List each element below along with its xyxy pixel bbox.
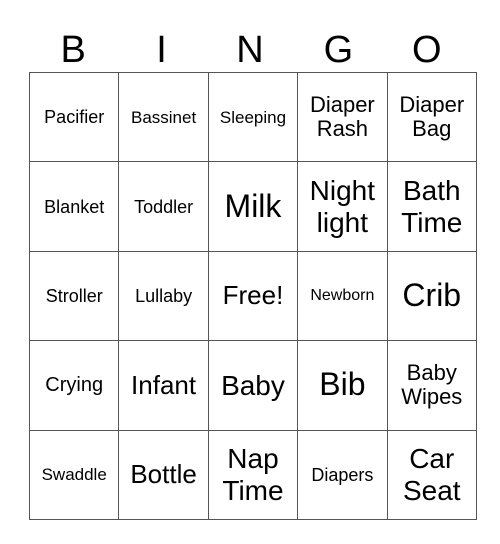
bingo-cell[interactable]: Toddler <box>118 161 209 252</box>
bingo-cell[interactable]: Bottle <box>118 429 209 520</box>
bingo-cell[interactable]: Pacifier <box>28 71 120 163</box>
bingo-cell[interactable]: Bath Time <box>386 161 477 252</box>
bingo-cell[interactable]: Diaper Bag <box>386 71 477 163</box>
grid-row: Stroller Lullaby Free! Newborn Crib <box>28 250 477 342</box>
bingo-cell[interactable]: Car Seat <box>386 429 477 520</box>
bingo-cell[interactable]: Bassinet <box>118 71 209 163</box>
bingo-cell[interactable]: Diapers <box>297 429 388 520</box>
grid-row: Swaddle Bottle Nap Time Diapers Car Seat <box>28 429 477 520</box>
header-letter-b: B <box>60 29 86 71</box>
bingo-grid: Pacifier Bassinet Sleeping Diaper Rash D… <box>28 71 477 520</box>
header-letter-o: O <box>411 29 442 71</box>
bingo-cell[interactable]: Newborn <box>297 250 388 342</box>
bingo-cell[interactable]: Stroller <box>28 250 120 342</box>
grid-row: Blanket Toddler Milk Night light Bath Ti… <box>28 161 477 252</box>
bingo-cell[interactable]: Sleeping <box>207 71 299 163</box>
grid-row: Crying Infant Baby Bib Baby Wipes <box>28 340 477 431</box>
bingo-cell[interactable]: Infant <box>118 340 209 431</box>
grid-row: Pacifier Bassinet Sleeping Diaper Rash D… <box>28 71 477 163</box>
bingo-cell[interactable]: Crib <box>386 250 477 342</box>
bingo-cell[interactable]: Crying <box>28 340 120 431</box>
bingo-cell[interactable]: Night light <box>297 161 388 252</box>
header-letter-i: I <box>156 29 167 71</box>
bingo-cell[interactable]: Bib <box>297 340 388 431</box>
bingo-cell[interactable]: Lullaby <box>118 250 209 342</box>
bingo-cell[interactable]: Baby Wipes <box>386 340 477 431</box>
header-letter-n: N <box>236 29 264 71</box>
bingo-cell[interactable]: Nap Time <box>207 429 299 520</box>
bingo-header: B I N G O <box>29 28 471 72</box>
bingo-cell[interactable]: Milk <box>207 161 299 252</box>
bingo-cell[interactable]: Blanket <box>28 161 120 252</box>
bingo-cell[interactable]: Swaddle <box>28 429 120 520</box>
bingo-cell[interactable]: Baby <box>207 340 299 431</box>
header-letter-g: G <box>323 29 354 71</box>
bingo-cell[interactable]: Diaper Rash <box>297 71 388 163</box>
free-space-cell[interactable]: Free! <box>207 250 299 342</box>
